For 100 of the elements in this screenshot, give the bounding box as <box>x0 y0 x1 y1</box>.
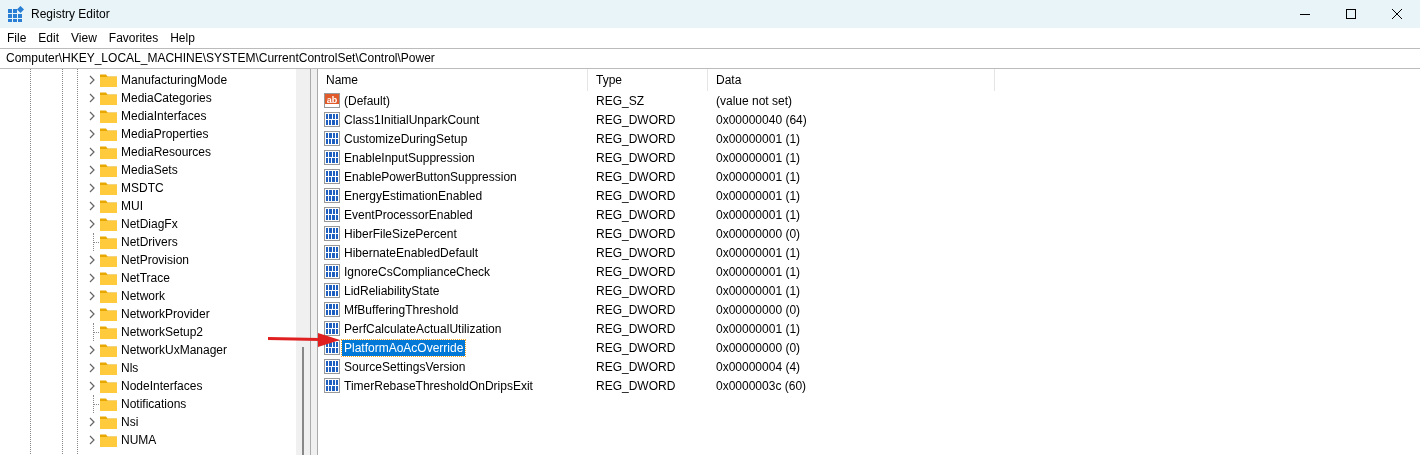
tree-item[interactable]: NetDrivers <box>121 235 178 249</box>
value-name[interactable]: (Default) <box>342 92 392 109</box>
value-name[interactable]: EventProcessorEnabled <box>342 206 475 223</box>
value-name[interactable]: HiberFileSizePercent <box>342 225 459 242</box>
arrow <box>268 333 340 347</box>
binary-value-icon <box>324 358 340 375</box>
value-name[interactable]: LidReliabilityState <box>342 282 442 299</box>
folder-icon <box>100 199 117 213</box>
value-type: REG_DWORD <box>595 245 677 260</box>
menu-item[interactable]: File <box>1 31 33 45</box>
value-data: (value not set) <box>715 93 793 108</box>
folder-icon <box>100 433 117 447</box>
value-name[interactable]: EnableInputSuppression <box>342 149 477 166</box>
value-type: REG_DWORD <box>595 169 677 184</box>
column-header[interactable]: Data <box>708 69 995 91</box>
tree-item[interactable]: NetDiagFx <box>121 217 178 231</box>
tree-item[interactable]: NodeInterfaces <box>121 379 203 393</box>
chevron-icon[interactable] <box>87 363 97 373</box>
tree-item[interactable]: MUI <box>121 199 143 213</box>
tree-item[interactable]: NUMA <box>121 433 157 447</box>
scrollbar[interactable] <box>296 69 310 455</box>
value-name[interactable]: MfBufferingThreshold <box>342 301 461 318</box>
tree-item[interactable]: MediaProperties <box>121 127 209 141</box>
value-data: 0x00000001 (1) <box>715 321 801 336</box>
binary-value-icon <box>324 187 340 204</box>
binary-value-icon <box>324 244 340 261</box>
chevron-icon[interactable] <box>87 147 97 157</box>
value-type: REG_DWORD <box>595 321 677 336</box>
chevron-icon[interactable] <box>87 93 97 103</box>
binary-value-icon <box>324 149 340 166</box>
menu-item[interactable]: Edit <box>32 31 66 45</box>
tree-item[interactable]: Nls <box>121 361 139 375</box>
window-title: Registry Editor <box>31 7 110 21</box>
binary-value-icon <box>324 282 340 299</box>
tree-item[interactable]: NetworkUxManager <box>121 343 228 357</box>
chevron-icon[interactable] <box>87 219 97 229</box>
chevron-icon[interactable] <box>87 417 97 427</box>
menu-item[interactable]: View <box>65 31 103 45</box>
folder-icon <box>100 91 117 105</box>
folder-icon <box>100 343 117 357</box>
value-data: 0x00000001 (1) <box>715 131 801 146</box>
tree-item[interactable]: MSDTC <box>121 181 164 195</box>
value-data: 0x00000001 (1) <box>715 283 801 298</box>
folder-icon <box>100 289 117 303</box>
tree-item[interactable]: ManufacturingMode <box>121 73 228 87</box>
value-name[interactable]: IgnoreCsComplianceCheck <box>342 263 493 280</box>
value-name[interactable]: CustomizeDuringSetup <box>342 130 470 147</box>
chevron-icon[interactable] <box>87 345 97 355</box>
folder-icon <box>100 415 117 429</box>
value-data: 0x0000003c (60) <box>715 378 807 393</box>
value-data: 0x00000000 (0) <box>715 226 801 241</box>
value-name[interactable]: EnergyEstimationEnabled <box>342 187 485 204</box>
chevron-icon[interactable] <box>87 273 97 283</box>
maximize-icon <box>1346 9 1356 19</box>
value-data: 0x00000004 (4) <box>715 359 801 374</box>
column-header[interactable]: Type <box>588 69 708 91</box>
chevron-icon[interactable] <box>87 183 97 193</box>
chevron-icon[interactable] <box>87 309 97 319</box>
menu-item[interactable]: Help <box>164 31 201 45</box>
chevron-icon[interactable] <box>87 165 97 175</box>
menu-item[interactable]: Favorites <box>102 31 165 45</box>
chevron-icon[interactable] <box>87 201 97 211</box>
chevron-icon[interactable] <box>87 75 97 85</box>
chevron-icon[interactable] <box>87 435 97 445</box>
value-name[interactable]: TimerRebaseThresholdOnDripsExit <box>342 377 535 394</box>
folder-icon <box>100 109 117 123</box>
chevron-icon[interactable] <box>87 291 97 301</box>
value-name[interactable]: SourceSettingsVersion <box>342 358 468 375</box>
address-field[interactable]: Computer\HKEY_LOCAL_MACHINE\SYSTEM\CurrentControlSet\Control\Power <box>0 48 1420 69</box>
string-value-icon: ab <box>324 92 340 109</box>
tree-item[interactable]: Nsi <box>121 415 139 429</box>
chevron-icon[interactable] <box>87 255 97 265</box>
column-header[interactable]: Name <box>318 69 588 91</box>
value-name[interactable]: HibernateEnabledDefault <box>342 244 481 261</box>
chevron-icon[interactable] <box>87 381 97 391</box>
tree-item[interactable]: MediaInterfaces <box>121 109 207 123</box>
tree-item[interactable]: Network <box>121 289 165 303</box>
tree-item[interactable]: NetTrace <box>121 271 170 285</box>
tree-item[interactable]: MediaResources <box>121 145 212 159</box>
folder-icon <box>100 271 117 285</box>
value-name[interactable]: EnablePowerButtonSuppression <box>342 168 519 185</box>
binary-value-icon <box>324 301 340 318</box>
tree-item[interactable]: NetProvision <box>121 253 190 267</box>
tree-item[interactable]: Notifications <box>121 397 187 411</box>
value-name[interactable]: Class1InitialUnparkCount <box>342 111 482 128</box>
value-type: REG_DWORD <box>595 150 677 165</box>
binary-value-icon <box>324 320 340 337</box>
tree-item[interactable]: MediaCategories <box>121 91 212 105</box>
folder-icon <box>100 127 117 141</box>
value-name[interactable]: PerfCalculateActualUtilization <box>342 320 504 337</box>
value-name[interactable]: PlatformAoAcOverride <box>342 339 466 356</box>
chevron-icon[interactable] <box>87 129 97 139</box>
value-data: 0x00000001 (1) <box>715 264 801 279</box>
folder-icon <box>100 397 117 411</box>
value-type: REG_DWORD <box>595 188 677 203</box>
value-type: REG_DWORD <box>595 264 677 279</box>
chevron-icon[interactable] <box>87 111 97 121</box>
tree-item[interactable]: NetworkProvider <box>121 307 210 321</box>
tree-item[interactable]: NetworkSetup2 <box>121 325 204 339</box>
tree-item[interactable]: MediaSets <box>121 163 178 177</box>
